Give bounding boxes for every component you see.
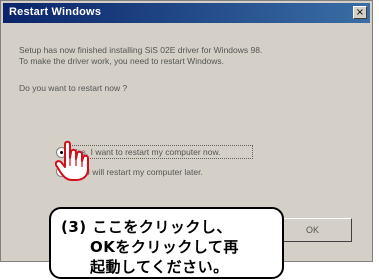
close-button[interactable]: × (353, 6, 367, 19)
ok-button[interactable]: OK (273, 218, 352, 242)
instruction-callout: (3) ここをクリックし、 OKをクリックして再 起動してください。 (49, 207, 284, 279)
message-line-1: Setup has now finished installing SiS 02… (19, 45, 263, 55)
callout-line-2: OKをクリックして再 (90, 238, 239, 256)
message-line-2: To make the driver work, you need to res… (19, 56, 225, 66)
yes-restart-label[interactable]: Yes, I want to restart my computer now. (72, 147, 221, 157)
callout-line-1: (3) ここをクリックし、 (61, 218, 232, 236)
no-restart-label[interactable]: No, I will restart my computer later. (72, 167, 203, 177)
hand-pointer-icon (55, 140, 89, 181)
window-title: Restart Windows (9, 6, 102, 18)
close-icon: × (355, 7, 365, 18)
title-bar[interactable]: Restart Windows × (3, 3, 370, 23)
callout-line-3: 起動してください。 (90, 258, 229, 276)
restart-question: Do you want to restart now ? (19, 83, 128, 93)
